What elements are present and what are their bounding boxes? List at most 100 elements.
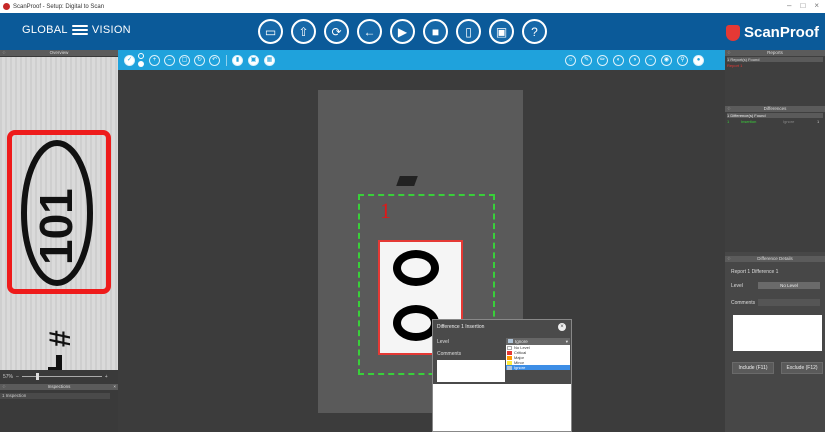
undo-icon[interactable]: ↶ [209,55,220,66]
comments-label: Comments [437,351,462,357]
difference-row-level: Ignore [783,119,795,124]
select-tool-icon[interactable]: ✓ [124,55,135,66]
scanproof-logo-icon [725,24,740,41]
upload-button[interactable]: ⇧ [291,19,316,44]
reports-panel: 1 Report(s) Found Report 1 [725,56,825,106]
level-select[interactable]: Ignore ▾ [506,338,570,345]
document-icon: ▯ [465,24,472,39]
popup-close-button[interactable]: × [558,323,566,331]
play-icon: ▶ [397,24,408,39]
help-button[interactable]: ? [522,19,547,44]
viewer-toolbar: ✓ + – ▢ ↻ ↶ ▮ ▣ ▦ ○ ✎ ✏ ◐ ◑ − ◉ ⚲ ● [118,50,725,70]
zoom-level: 57% [3,373,14,380]
ruler-icon[interactable]: − [645,55,656,66]
view-mode-icon[interactable] [138,53,144,68]
window-titlebar: ScanProof - Setup: Digital to Scan – □ × [0,0,825,13]
upload-icon: ⇧ [298,24,309,39]
zoom-slider-handle[interactable] [35,373,39,380]
layers-icon[interactable]: ▣ [248,55,259,66]
help-icon: ? [531,24,538,39]
inspections-panel: 1 Inspection [0,391,118,432]
screens-button[interactable]: ▣ [489,19,514,44]
difference-row-type: Insertion [741,119,757,124]
details-comments-textarea[interactable] [733,315,822,351]
open-folder-button[interactable]: ▭ [258,19,283,44]
difference-details-title: Difference Details [757,256,793,261]
level-swatch [508,339,513,343]
details-comments-field[interactable] [758,299,820,306]
pin-icon[interactable]: ♢ [2,50,6,56]
global-vision-mark-icon [71,24,88,36]
screens-icon: ▣ [495,24,508,39]
digit-glyph [393,250,439,286]
include-button[interactable]: Include (F11) [732,362,774,374]
compare-icon[interactable]: ◑ [629,55,640,66]
overlay-icon[interactable]: ◐ [613,55,624,66]
level-option-ignore[interactable]: Ignore [506,365,570,370]
page-icon[interactable]: ▮ [232,55,243,66]
maximize-icon[interactable]: □ [800,1,805,10]
overview-thumbnail[interactable]: 101 # [0,57,118,370]
fit-page-icon[interactable]: ▢ [179,55,190,66]
reports-title: Reports [767,50,783,55]
zoom-control: 57% – + [0,371,118,382]
toolbar-separator [226,55,227,66]
overview-header: ♢ Overview [0,50,118,56]
exclude-button[interactable]: Exclude (F12) [781,362,823,374]
details-comments-label: Comments [731,300,756,306]
close-icon[interactable]: × [814,1,819,10]
rotate-icon[interactable]: ↻ [194,55,205,66]
level-dropdown-list: No Level Critical Major Minor Ignore [506,345,570,370]
app-icon [3,3,10,10]
toolbar-buttons: ▭ ⇧ ⟳ ← ▶ ■ ▯ ▣ ? [258,19,547,44]
edit-icon[interactable]: ✏ [597,55,608,66]
lock-icon[interactable]: ● [693,55,704,66]
play-button[interactable]: ▶ [390,19,415,44]
differences-count: 1 Difference(s) Found [727,113,823,118]
minimize-icon[interactable]: – [787,1,791,10]
document-button[interactable]: ▯ [456,19,481,44]
inspections-title: Inspections [47,384,71,389]
scanproof-logo: ScanProof [725,24,819,41]
measure-icon[interactable]: ◉ [661,55,672,66]
back-button[interactable]: ← [357,19,382,44]
refresh-button[interactable]: ⟳ [324,19,349,44]
difference-details-panel: Report 1 Difference 1 Level No Level Com… [725,263,825,432]
global-vision-logo: GLOBAL VISION [22,24,131,36]
report-item[interactable]: Report 1 [727,63,742,68]
stop-icon: ■ [431,24,440,39]
main-toolbar: GLOBAL VISION ▭ ⇧ ⟳ ← ▶ ■ ▯ ▣ ? ScanProo… [0,13,825,50]
popup-body: Level Ignore ▾ Comments No Level Critica… [433,334,571,384]
pin-icon[interactable]: ♢ [727,256,731,262]
zoom-in-icon[interactable]: + [105,374,108,380]
search-icon[interactable]: ⚲ [677,55,688,66]
window-title: ScanProof - Setup: Digital to Scan [13,3,105,10]
close-icon[interactable]: × [113,384,116,390]
annotate-icon[interactable]: ○ [565,55,576,66]
popup-title: Difference 1 Insertion [437,324,485,330]
zoom-in-tool-icon[interactable]: + [149,55,160,66]
svg-text:#: # [44,330,77,347]
reports-count: 1 Report(s) Found [727,57,823,62]
grid-icon[interactable]: ▦ [264,55,275,66]
overview-title: Overview [49,50,69,55]
folder-icon: ▭ [264,24,277,39]
right-panel: ♢ Reports 1 Report(s) Found Report 1 ♢ D… [725,50,825,432]
difference-row[interactable]: 1 Insertion Ignore 1 [727,119,823,124]
pencil-icon[interactable]: ✎ [581,55,592,66]
inspection-item[interactable]: 1 Inspection [0,393,110,399]
comments-textarea[interactable] [437,360,505,382]
level-label: Level [437,339,449,345]
back-icon: ← [363,24,376,39]
differences-panel: 1 Difference(s) Found 1 Insertion Ignore… [725,112,825,252]
details-heading: Report 1 Difference 1 [731,269,779,275]
zoom-out-tool-icon[interactable]: – [164,55,175,66]
stop-button[interactable]: ■ [423,19,448,44]
zoom-out-icon[interactable]: – [16,374,19,380]
overview-viewport-frame[interactable] [7,130,111,294]
difference-row-page: 1 [817,119,820,124]
pin-icon[interactable]: ♢ [2,384,6,390]
details-level-select[interactable]: No Level [758,282,820,289]
zoom-slider[interactable] [21,373,102,380]
difference-popup: Difference 1 Insertion × Level Ignore ▾ … [432,319,572,432]
